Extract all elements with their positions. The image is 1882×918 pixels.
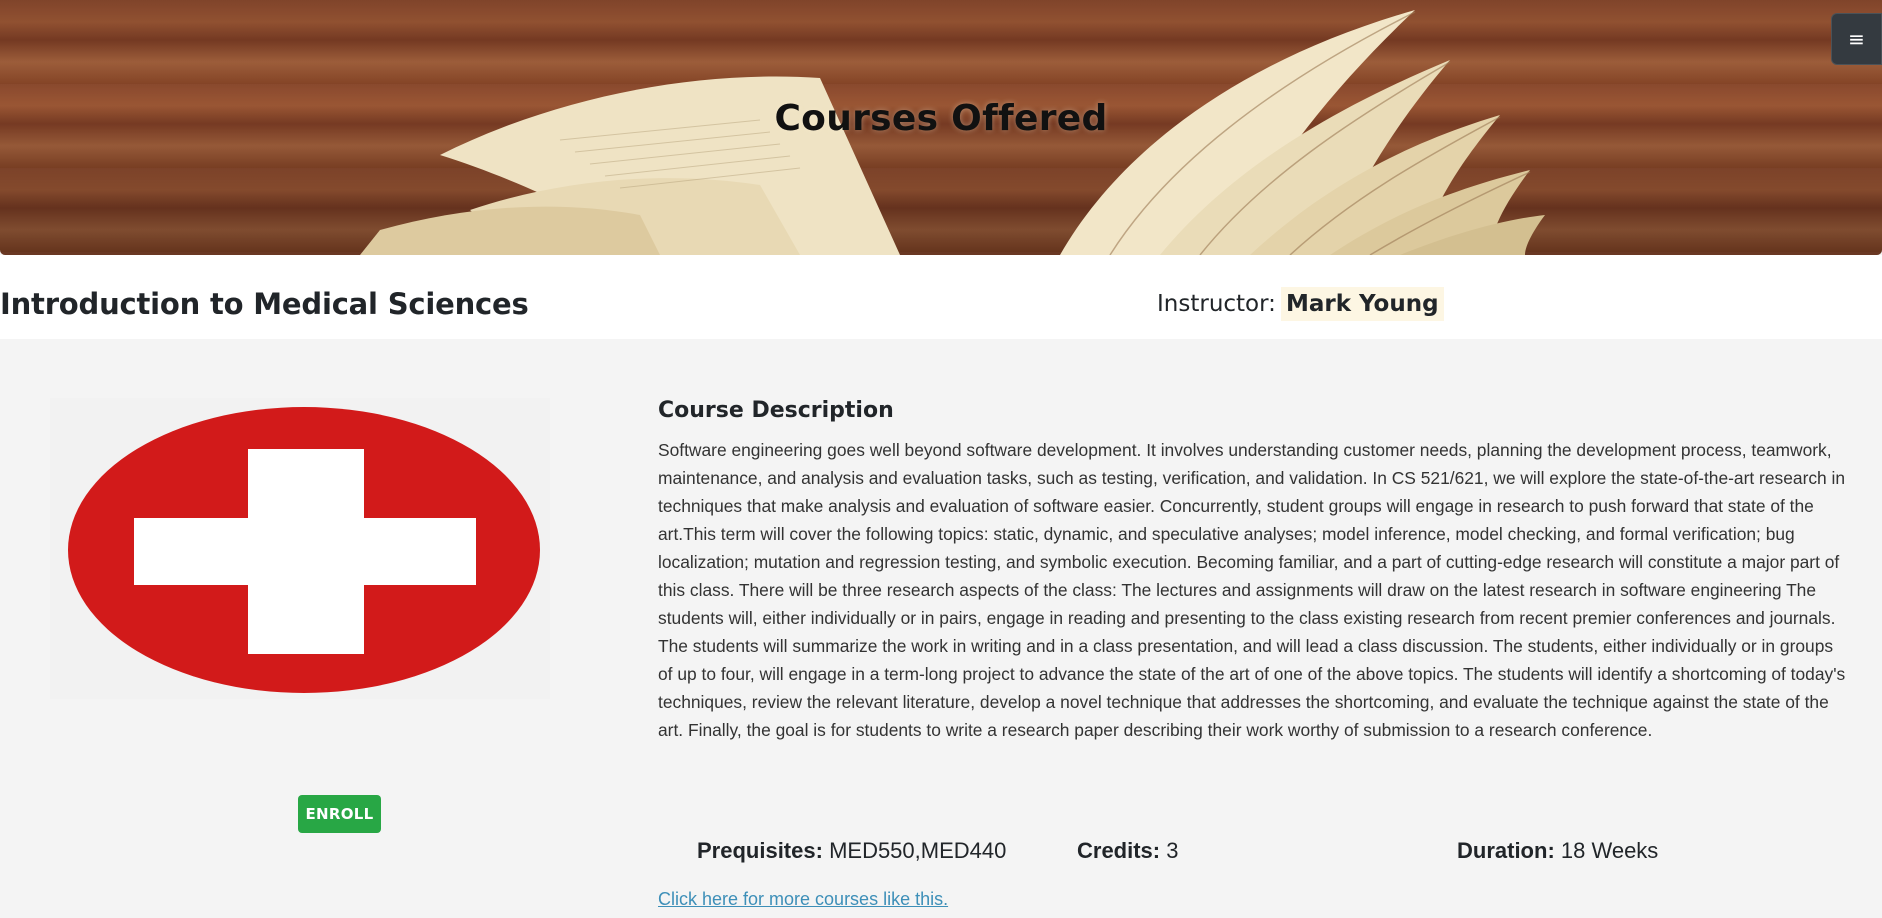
credits-label: Credits: bbox=[1077, 838, 1161, 863]
course-description-heading: Course Description bbox=[658, 398, 894, 423]
credits: Credits: 3 bbox=[1077, 838, 1179, 864]
prerequisites: Prequisites: MED550,MED440 bbox=[697, 838, 1006, 864]
instructor-label: Instructor: bbox=[1157, 291, 1276, 317]
course-image bbox=[50, 398, 550, 699]
hamburger-menu-icon: ≡ bbox=[1848, 27, 1865, 51]
duration-value: 18 Weeks bbox=[1560, 838, 1659, 863]
hero-banner: Courses Offered bbox=[0, 0, 1882, 255]
prerequisites-value: MED550,MED440 bbox=[829, 838, 1007, 863]
course-description-text: Software engineering goes well beyond so… bbox=[658, 440, 1846, 740]
instructor-name: Mark Young bbox=[1280, 287, 1444, 321]
credits-value: 3 bbox=[1166, 838, 1179, 863]
duration: Duration: 18 Weeks bbox=[1457, 838, 1658, 864]
enroll-button[interactable]: ENROLL bbox=[298, 795, 381, 833]
page-title: Courses Offered bbox=[774, 98, 1108, 139]
course-title: Introduction to Medical Sciences bbox=[0, 287, 529, 321]
duration-label: Duration: bbox=[1457, 838, 1555, 863]
more-courses-link[interactable]: Click here for more courses like this. bbox=[658, 889, 948, 910]
prerequisites-label: Prequisites: bbox=[697, 838, 823, 863]
medical-cross-icon bbox=[68, 407, 540, 693]
instructor-info: Instructor: Mark Young bbox=[1157, 284, 1444, 324]
menu-button[interactable]: ≡ bbox=[1831, 13, 1882, 65]
